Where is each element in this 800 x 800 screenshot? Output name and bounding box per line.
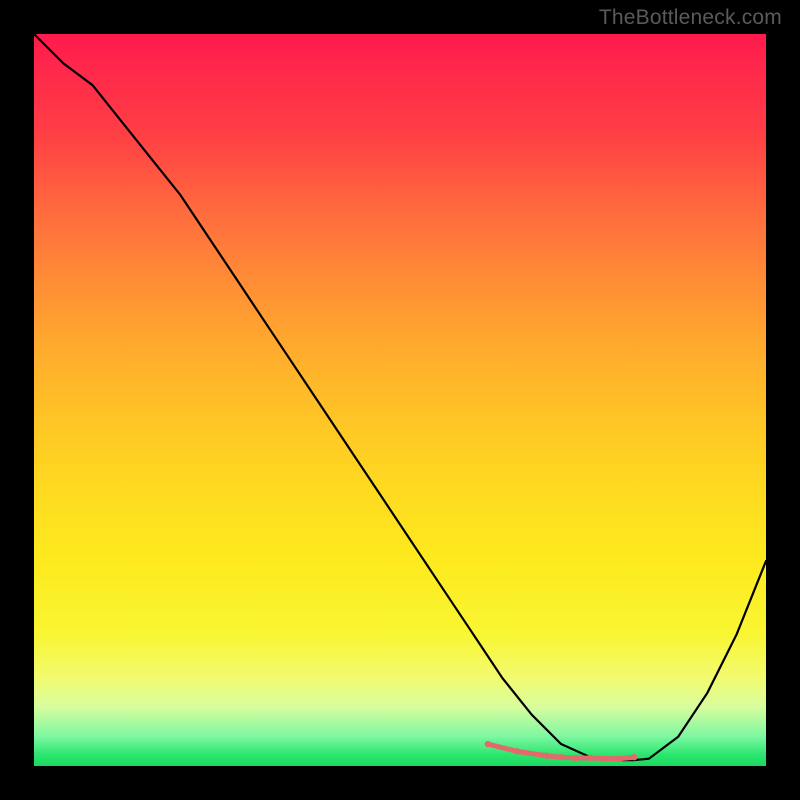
highlight-segment: [517, 751, 546, 755]
watermark-text: TheBottleneck.com: [599, 6, 782, 30]
bottleneck-curve-line: [34, 34, 766, 760]
chart-plot-area: [34, 34, 766, 766]
highlight-point: [631, 754, 637, 760]
highlight-segment: [488, 744, 517, 751]
chart-svg: [34, 34, 766, 766]
